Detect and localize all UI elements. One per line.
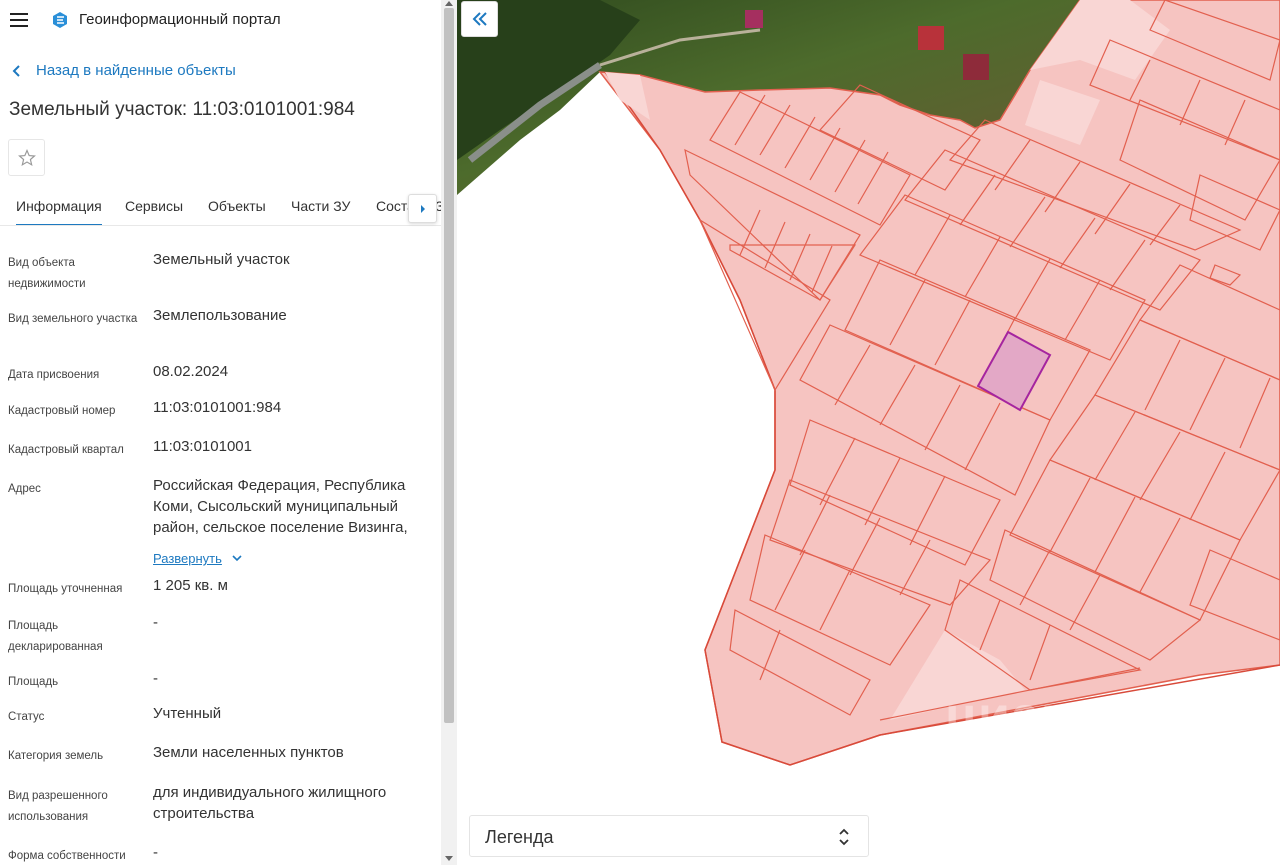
expand-collapse-icon bbox=[839, 828, 849, 846]
field-value: Российская Федерация, Республика Коми, С… bbox=[153, 477, 408, 536]
field-label: Вид разрешенного использования bbox=[8, 790, 108, 823]
app-header: Геоинформационный портал bbox=[0, 0, 441, 40]
field-label: Вид объекта недвижимости bbox=[8, 257, 86, 290]
map-canvas[interactable] bbox=[457, 0, 1280, 865]
app-title: Геоинформационный портал bbox=[79, 11, 281, 28]
tab-services[interactable]: Сервисы bbox=[125, 198, 183, 214]
tab-bar: Информация Сервисы Объекты Части ЗУ Сост… bbox=[0, 186, 441, 226]
back-label: Назад в найденные объекты bbox=[36, 62, 236, 79]
field-label: Категория земель bbox=[8, 750, 104, 762]
field-value: 1 205 кв. м bbox=[153, 577, 228, 594]
scrollbar-thumb[interactable] bbox=[444, 8, 454, 723]
panel-scrollbar[interactable] bbox=[441, 0, 457, 865]
scroll-up-arrow-icon[interactable] bbox=[445, 1, 453, 6]
field-label: Площадь уточненная bbox=[8, 583, 123, 595]
field-label: Дата присвоения bbox=[8, 369, 100, 381]
info-panel: Геоинформационный портал Назад в найденн… bbox=[0, 0, 441, 865]
field-label: Площадь декларированная bbox=[8, 620, 103, 653]
field-label: Статус bbox=[8, 711, 45, 723]
expand-address-link[interactable]: Развернуть bbox=[153, 551, 242, 566]
tab-parcel-parts[interactable]: Части ЗУ bbox=[291, 198, 350, 214]
field-value: для индивидуального жилищного строительс… bbox=[153, 784, 387, 822]
page-title: Земельный участок: 11:03:0101001:984 bbox=[9, 99, 355, 120]
field-label: Форма собственности bbox=[8, 850, 126, 862]
field-value: Земельный участок bbox=[153, 251, 290, 268]
cian-watermark: циан bbox=[945, 687, 1074, 745]
field-value: - bbox=[153, 614, 158, 631]
tab-information[interactable]: Информация bbox=[16, 198, 102, 225]
field-value: Землепользование bbox=[153, 307, 287, 324]
tab-objects[interactable]: Объекты bbox=[208, 198, 266, 214]
scroll-down-arrow-icon[interactable] bbox=[445, 856, 453, 861]
field-label: Площадь bbox=[8, 676, 59, 688]
star-icon bbox=[17, 148, 36, 166]
chevron-left-icon bbox=[12, 64, 20, 77]
field-value: 11:03:0101001 bbox=[153, 438, 252, 455]
chevron-down-icon bbox=[232, 555, 242, 562]
field-label: Вид земельного участка bbox=[8, 313, 138, 325]
field-value: - bbox=[153, 670, 158, 687]
field-label: Кадастровый квартал bbox=[8, 444, 124, 456]
field-value: 11:03:0101001:984 bbox=[153, 399, 282, 416]
caret-right-icon bbox=[420, 204, 425, 213]
field-value: Земли населенных пунктов bbox=[153, 744, 344, 761]
field-label: Адрес bbox=[8, 483, 41, 495]
portal-logo-icon bbox=[53, 12, 67, 28]
legend-panel[interactable]: Легенда bbox=[469, 815, 869, 857]
hamburger-menu-icon[interactable] bbox=[10, 12, 30, 28]
field-value: - bbox=[153, 844, 158, 861]
collapse-panel-button[interactable] bbox=[461, 1, 498, 37]
field-label: Кадастровый номер bbox=[8, 405, 116, 417]
field-value: 08.02.2024 bbox=[153, 363, 229, 380]
double-chevron-left-icon bbox=[472, 12, 487, 26]
favorite-button[interactable] bbox=[8, 139, 45, 176]
field-value: Учтенный bbox=[153, 705, 222, 722]
tabs-scroll-right-button[interactable] bbox=[408, 194, 437, 223]
legend-label: Легенда bbox=[485, 827, 554, 847]
expand-label: Развернуть bbox=[153, 551, 222, 566]
map-view[interactable]: циан bbox=[457, 0, 1280, 865]
back-to-results-link[interactable]: Назад в найденные объекты bbox=[12, 62, 236, 79]
